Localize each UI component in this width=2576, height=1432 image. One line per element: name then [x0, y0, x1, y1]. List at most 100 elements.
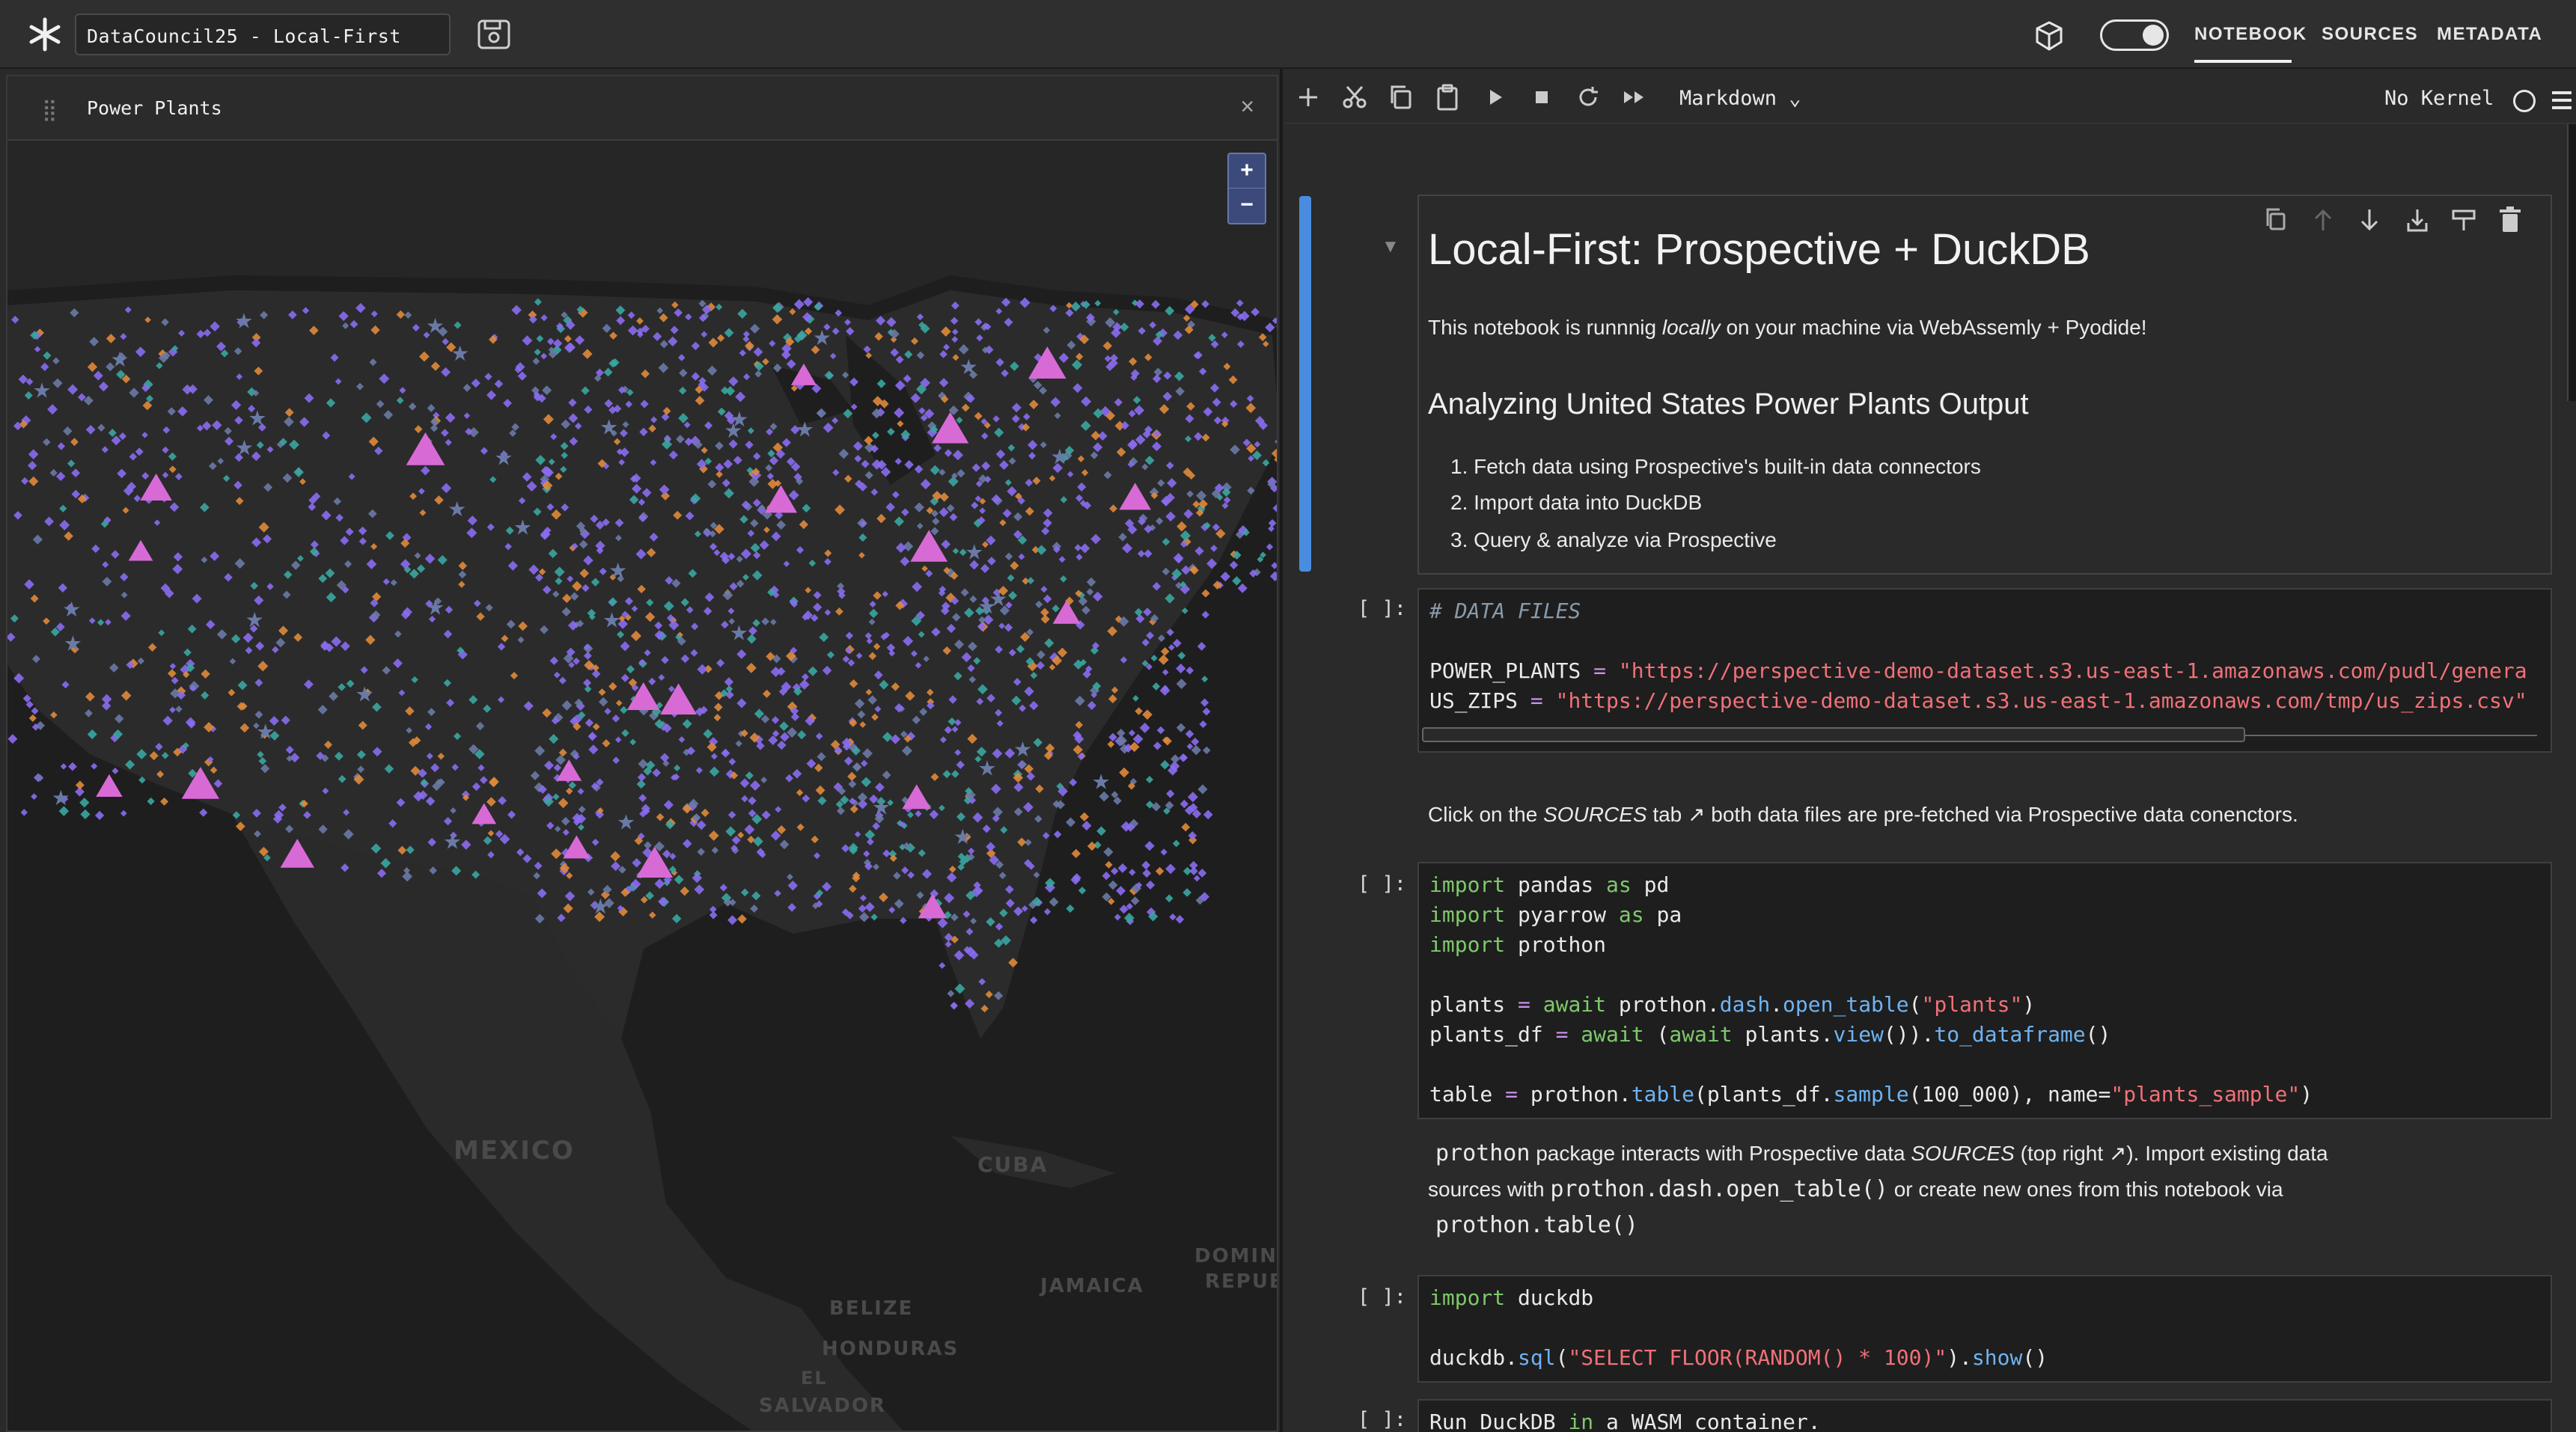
code-string: "SELECT FLOOR(RANDOM() * 100)": [1568, 1345, 1947, 1370]
plant-star-marker: ★: [52, 786, 70, 810]
code-keyword: import: [1429, 872, 1506, 897]
note-emphasis: SOURCES: [1911, 1142, 2015, 1165]
zoom-out-button[interactable]: −: [1229, 189, 1265, 223]
code-token: (: [1908, 992, 1922, 1017]
collapse-caret-icon[interactable]: ▼: [1382, 236, 1400, 257]
stop-icon[interactable]: [1527, 82, 1557, 112]
plant-star-marker: ★: [494, 446, 513, 469]
active-cell-indicator[interactable]: [1299, 196, 1311, 572]
inline-code: prothon: [1435, 1140, 1530, 1166]
code-var: plants: [1429, 992, 1506, 1017]
vertical-scrollbar[interactable]: [2567, 124, 2576, 401]
plant-star-marker: ★: [32, 379, 51, 403]
add-cell-icon[interactable]: [1293, 82, 1323, 112]
tab-metadata[interactable]: METADATA: [2437, 24, 2542, 45]
prothon-note-line-3: prothon.table(): [1435, 1212, 1638, 1238]
plant-star-marker: ★: [426, 596, 445, 619]
code-line: duckdb.sql("SELECT FLOOR(RANDOM() * 100)…: [1429, 1345, 2048, 1370]
note-text: or create new ones from this notebook vi…: [1887, 1178, 2283, 1201]
move-down-icon[interactable]: [2356, 205, 2383, 235]
map-label-belize: BELIZE: [829, 1297, 914, 1320]
code-token: a WASM container.: [1593, 1410, 1821, 1432]
code-module: prothon: [1518, 932, 1607, 957]
code-token: .: [1770, 992, 1783, 1017]
plant-star-marker: ★: [591, 895, 610, 918]
toggle-knob: [2143, 25, 2164, 46]
cut-icon[interactable]: [1340, 82, 1370, 112]
code-fn: sql: [1518, 1345, 1556, 1370]
plant-star-marker: ★: [248, 406, 266, 429]
plant-star-marker: ★: [513, 515, 532, 539]
plant-star-marker: ★: [110, 348, 129, 371]
run-icon[interactable]: [1480, 82, 1510, 112]
code-var: table: [1429, 1082, 1493, 1107]
kernel-status[interactable]: No Kernel: [2384, 87, 2494, 110]
horizontal-scrollbar[interactable]: [1422, 727, 2245, 742]
power-plants-map[interactable]: ★ ★ ★ ★ ★ ★ ★ ★ ★ ★ ★ ★ ★ ★ ★ ★ ★ ★ ★ ★ ★ ★ ★ ★ ★ ★ ★ ★ ★ ★ ★ ★ ★ ★ ★ ★ ★ ★ M…: [7, 141, 1277, 1431]
code-token: (: [1555, 1345, 1569, 1370]
plant-star-marker: ★: [355, 682, 374, 706]
delete-cell-icon[interactable]: [2497, 205, 2524, 235]
cell-type-select[interactable]: Markdown ⌄: [1679, 87, 1801, 110]
code-module: pyarrow: [1518, 902, 1607, 927]
package-icon[interactable]: [2033, 19, 2066, 52]
code-keyword: await: [1542, 992, 1607, 1017]
code-token: (): [2022, 1345, 2048, 1370]
list-item: 3. Query & analyze via Prospective: [1450, 528, 1777, 551]
code-comment: # DATA FILES: [1429, 599, 1581, 623]
plant-star-marker: ★: [1050, 445, 1069, 468]
code-fn: open_table: [1783, 992, 1909, 1017]
tab-notebook[interactable]: NOTEBOOK: [2194, 24, 2307, 45]
drag-handle-icon[interactable]: ⣿: [42, 97, 58, 122]
paste-icon[interactable]: [1432, 82, 1462, 112]
code-line: Run DuckDB in a WASM container.: [1429, 1410, 1821, 1432]
notebook-heading: Local-First: Prospective + DuckDB: [1428, 225, 2090, 274]
note-text-end: tab ↗ both data files are pre-fetched vi…: [1646, 803, 2298, 826]
code-keyword: as: [1606, 872, 1632, 897]
run-all-icon[interactable]: [1620, 82, 1649, 112]
map-label-cuba: CUBA: [977, 1152, 1049, 1177]
tab-sources[interactable]: SOURCES: [2322, 24, 2418, 45]
code-cell-wasm[interactable]: Run DuckDB in a WASM container.: [1417, 1399, 2552, 1432]
inline-code: prothon.dash.open_table(): [1550, 1176, 1888, 1202]
notebook-body: ▼ Local-First: Prospective + DuckDB This…: [1284, 124, 2576, 1432]
plant-star-marker: ★: [813, 326, 831, 349]
code-cell-data-files[interactable]: # DATA FILES POWER_PLANTS = "https://per…: [1417, 588, 2552, 753]
restart-icon[interactable]: [1573, 82, 1603, 112]
top-bar: DataCouncil25 - Local-First NOTEBOOK SOU…: [0, 0, 2576, 69]
plant-star-marker: ★: [245, 608, 264, 631]
asterisk-logo-icon[interactable]: [27, 16, 63, 52]
copy-icon[interactable]: [1386, 82, 1416, 112]
save-icon[interactable]: [476, 18, 512, 51]
plant-star-marker: ★: [796, 418, 814, 441]
scrollbar-track: [2245, 735, 2537, 736]
duplicate-cell-icon[interactable]: [2263, 205, 2290, 235]
code-token: (): [2085, 1022, 2111, 1047]
menu-icon[interactable]: [2549, 88, 2575, 112]
code-fn: table: [1631, 1082, 1695, 1107]
panel-splitter[interactable]: [1280, 69, 1283, 1432]
panel-header: ⣿ Power Plants ×: [7, 76, 1277, 141]
theme-toggle[interactable]: [2100, 19, 2169, 51]
code-cell-duckdb[interactable]: import duckdb duckdb.sql("SELECT FLOOR(R…: [1417, 1275, 2552, 1383]
code-fn: show: [1971, 1345, 2023, 1370]
map-canvas: ★★★★★★★★★★★★★★★★★★★★★★★★★★★★★★★★★★★★★★: [7, 141, 1277, 1431]
code-line-power-plants: POWER_PLANTS = "https://perspective-demo…: [1429, 658, 2527, 683]
map-label-mexico: MEXICO: [454, 1136, 575, 1166]
code-fn: to_dataframe: [1934, 1022, 2086, 1047]
notebook-title-field[interactable]: DataCouncil25 - Local-First: [75, 13, 451, 55]
zoom-in-button[interactable]: +: [1229, 154, 1265, 189]
code-cell-imports[interactable]: import pandas as pd import pyarrow as pa…: [1417, 862, 2552, 1119]
insert-below-icon[interactable]: [2404, 205, 2431, 235]
move-up-icon[interactable]: [2310, 205, 2337, 235]
plant-star-marker: ★: [451, 342, 469, 365]
notebook-title: DataCouncil25 - Local-First: [87, 25, 401, 47]
code-keyword: await: [1581, 1022, 1644, 1047]
map-label-honduras: HONDURAS: [822, 1338, 959, 1360]
intro-paragraph: This notebook is runnnig locally on your…: [1428, 316, 2147, 340]
close-icon[interactable]: ×: [1240, 93, 1254, 120]
insert-above-icon[interactable]: [2450, 205, 2477, 235]
note-text: (top right ↗). Import existing data: [2014, 1142, 2328, 1165]
code-line-us-zips: US_ZIPS = "https://perspective-demo-data…: [1429, 688, 2527, 713]
inline-code: prothon.table(): [1435, 1212, 1638, 1238]
